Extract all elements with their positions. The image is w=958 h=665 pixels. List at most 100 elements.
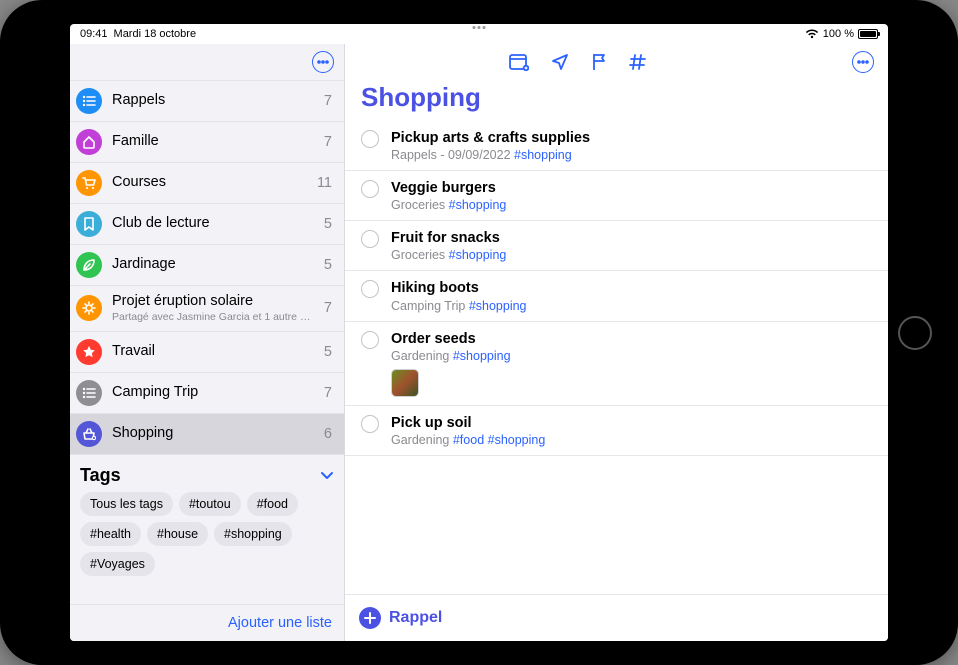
- reminder-row[interactable]: Hiking bootsCamping Trip #shopping: [345, 271, 888, 321]
- status-time: 09:41: [80, 28, 108, 40]
- reminder-meta: Gardening #shopping: [391, 349, 872, 363]
- home-button[interactable]: [898, 316, 932, 350]
- reminder-title: Pickup arts & crafts supplies: [391, 129, 872, 147]
- tags-title: Tags: [80, 465, 121, 486]
- wifi-icon: [805, 29, 819, 39]
- reminder-meta-prefix: Camping Trip: [391, 299, 469, 313]
- reminder-checkbox[interactable]: [361, 180, 379, 198]
- tag-chip[interactable]: Tous les tags: [80, 492, 173, 516]
- sidebar-list-row[interactable]: Famille 7: [70, 121, 344, 162]
- reminder-meta: Camping Trip #shopping: [391, 299, 872, 313]
- list-count: 7: [324, 134, 332, 150]
- sun-icon: [76, 295, 102, 321]
- reminder-row[interactable]: Fruit for snacksGroceries #shopping: [345, 221, 888, 271]
- battery-icon: [858, 29, 878, 39]
- list-count: 7: [324, 93, 332, 109]
- reminder-title: Fruit for snacks: [391, 229, 872, 247]
- reminder-body: Veggie burgersGroceries #shopping: [391, 179, 872, 212]
- reminder-meta-prefix: Gardening: [391, 433, 453, 447]
- list-count: 7: [324, 385, 332, 401]
- tags-collapse-button[interactable]: [320, 470, 334, 480]
- main-toolbar: [345, 44, 888, 80]
- bookmark-icon: [76, 211, 102, 237]
- reminder-title: Pick up soil: [391, 414, 872, 432]
- list-name: Rappels: [112, 92, 314, 109]
- main-more-button[interactable]: [852, 51, 874, 73]
- tag-chip[interactable]: #toutou: [179, 492, 241, 516]
- flag-icon[interactable]: [591, 53, 607, 71]
- reminder-body: Fruit for snacksGroceries #shopping: [391, 229, 872, 262]
- reminder-tag[interactable]: #shopping: [514, 148, 572, 162]
- reminder-tag[interactable]: #shopping: [469, 299, 527, 313]
- sidebar-list-row[interactable]: Projet éruption solairePartagé avec Jasm…: [70, 285, 344, 331]
- sidebar: Rappels 7 Famille 7 Courses 11 Club de lecture…: [70, 44, 345, 641]
- hashtag-icon[interactable]: [629, 53, 647, 71]
- reminder-title: Veggie burgers: [391, 179, 872, 197]
- list-text: Jardinage: [112, 256, 314, 273]
- reminder-body: Hiking bootsCamping Trip #shopping: [391, 279, 872, 312]
- list-count: 6: [324, 426, 332, 442]
- add-list-button[interactable]: Ajouter une liste: [70, 604, 344, 641]
- list-text: Projet éruption solairePartagé avec Jasm…: [112, 293, 314, 324]
- reminders-list: Pickup arts & crafts suppliesRappels - 0…: [345, 121, 888, 594]
- calendar-icon[interactable]: [509, 53, 529, 71]
- sidebar-more-button[interactable]: [312, 51, 334, 73]
- plus-icon: [359, 607, 381, 629]
- tag-chip[interactable]: #food: [247, 492, 298, 516]
- reminder-checkbox[interactable]: [361, 415, 379, 433]
- list-text: Camping Trip: [112, 384, 314, 401]
- tags-section: Tags Tous les tags#toutou#food #health#ho…: [70, 455, 344, 584]
- multitask-handle[interactable]: [473, 26, 486, 29]
- reminder-tag[interactable]: #shopping: [488, 433, 546, 447]
- cart-icon: [76, 170, 102, 196]
- ipad-frame: 09:41 Mardi 18 octobre 100 % Rap: [0, 0, 958, 665]
- new-reminder-button[interactable]: Rappel: [345, 594, 888, 641]
- reminder-row[interactable]: Order seedsGardening #shopping: [345, 322, 888, 406]
- tag-chip[interactable]: #house: [147, 522, 208, 546]
- sidebar-list-row[interactable]: Travail5: [70, 331, 344, 372]
- reminder-thumbnail[interactable]: [391, 369, 419, 397]
- list-count: 5: [324, 344, 332, 360]
- tag-chips: Tous les tags#toutou#food #health#house#s…: [80, 492, 334, 576]
- reminder-tag[interactable]: #shopping: [449, 198, 507, 212]
- reminder-body: Pick up soilGardening #food #shopping: [391, 414, 872, 447]
- reminder-checkbox[interactable]: [361, 331, 379, 349]
- list-count: 11: [317, 175, 332, 191]
- leaf-icon: [76, 252, 102, 278]
- screen: 09:41 Mardi 18 octobre 100 % Rap: [70, 24, 888, 641]
- reminder-row[interactable]: Veggie burgersGroceries #shopping: [345, 171, 888, 221]
- reminder-row[interactable]: Pickup arts & crafts suppliesRappels - 0…: [345, 121, 888, 171]
- sidebar-list-row[interactable]: Jardinage5: [70, 244, 344, 285]
- reminder-meta: Groceries #shopping: [391, 248, 872, 262]
- reminder-tag[interactable]: #shopping: [453, 349, 511, 363]
- reminder-checkbox[interactable]: [361, 230, 379, 248]
- main-panel: Shopping Pickup arts & crafts suppliesRa…: [345, 44, 888, 641]
- reminder-checkbox[interactable]: [361, 130, 379, 148]
- reminder-meta: Groceries #shopping: [391, 198, 872, 212]
- list-text: Courses: [112, 174, 307, 191]
- sidebar-list-row[interactable]: Shopping6: [70, 413, 344, 455]
- sidebar-list-row[interactable]: Rappels 7: [70, 80, 344, 121]
- list-name: Famille: [112, 133, 314, 150]
- list-text: Rappels: [112, 92, 314, 109]
- star-icon: [76, 339, 102, 365]
- sidebar-list-row[interactable]: Courses 11: [70, 162, 344, 203]
- list-title: Shopping: [345, 80, 888, 121]
- reminder-tag[interactable]: #food: [453, 433, 484, 447]
- reminder-meta-prefix: Rappels - 09/09/2022: [391, 148, 514, 162]
- reminder-row[interactable]: Pick up soilGardening #food #shopping: [345, 406, 888, 456]
- sidebar-list-row[interactable]: Camping Trip 7: [70, 372, 344, 413]
- tag-chip[interactable]: #health: [80, 522, 141, 546]
- list-name: Club de lecture: [112, 215, 314, 232]
- location-icon[interactable]: [551, 53, 569, 71]
- list-subtitle: Partagé avec Jasmine Garcia et 1 autre u…: [112, 311, 314, 324]
- tag-chip[interactable]: #Voyages: [80, 552, 155, 576]
- new-reminder-label: Rappel: [389, 609, 442, 627]
- sidebar-lists: Rappels 7 Famille 7 Courses 11 Club de lecture…: [70, 80, 344, 455]
- reminder-checkbox[interactable]: [361, 280, 379, 298]
- reminder-meta: Gardening #food #shopping: [391, 433, 872, 447]
- sidebar-list-row[interactable]: Club de lecture5: [70, 203, 344, 244]
- list-name: Camping Trip: [112, 384, 314, 401]
- reminder-tag[interactable]: #shopping: [449, 248, 507, 262]
- tag-chip[interactable]: #shopping: [214, 522, 292, 546]
